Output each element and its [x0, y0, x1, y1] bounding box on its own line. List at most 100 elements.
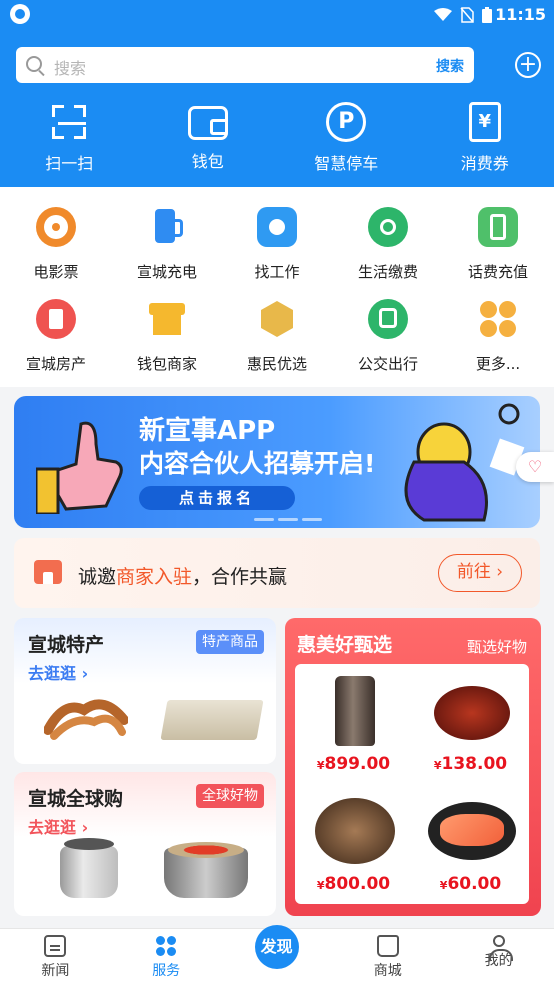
character-illustration: [404, 403, 525, 522]
service-utility-payment[interactable]: 生活缴费: [333, 207, 443, 282]
status-bar: 11:15: [0, 0, 554, 30]
service-label: 找工作: [254, 263, 300, 281]
clock: 11:15: [495, 5, 546, 24]
favorite-heart-icon[interactable]: ♡: [516, 452, 554, 482]
selection-product[interactable]: ¥800.00: [295, 784, 412, 904]
tab-mall[interactable]: 商城: [332, 929, 443, 986]
more-icon: [478, 299, 518, 339]
global-shopping-card[interactable]: 宣城全球购 全球好物 去逛逛 ›: [14, 772, 276, 916]
service-label: 惠民优选: [246, 355, 307, 373]
promo-banner[interactable]: 新宣事APP 内容合伙人招募开启! 点击报名: [14, 396, 540, 528]
merchant-invite-text: 诚邀商家入驻，合作共赢: [78, 566, 288, 588]
selection-product[interactable]: ¥138.00: [412, 664, 529, 784]
scan-icon: [49, 102, 89, 142]
banner-subtitle: 内容合伙人招募开启!: [139, 449, 376, 478]
service-label: 话费充值: [467, 263, 528, 281]
status-icons: [434, 7, 492, 23]
service-label: 钱包商家: [136, 355, 197, 373]
top-quick-actions: 扫一扫 钱包 P 智慧停车 ¥ 消费券: [0, 102, 554, 173]
product-price: ¥800.00: [316, 874, 391, 894]
shopping-bag-icon: [376, 935, 399, 957]
banner-pagination: [254, 518, 322, 521]
news-icon: [44, 935, 67, 957]
product-image: [428, 802, 516, 860]
product-image: [335, 676, 375, 746]
real-estate-icon: [36, 299, 76, 339]
global-title: 宣城全球购: [28, 788, 124, 810]
service-bus[interactable]: 公交出行: [333, 299, 443, 374]
product-price: ¥60.00: [439, 874, 502, 894]
smart-parking-button[interactable]: P 智慧停车: [277, 102, 416, 173]
no-sim-icon: [460, 7, 474, 23]
scan-label: 扫一扫: [45, 154, 94, 173]
selection-title: 惠美好甄选: [297, 634, 393, 656]
service-label: 电影票: [33, 263, 79, 281]
tab-label: 新闻: [41, 963, 70, 979]
specialty-browse-link[interactable]: 去逛逛 ›: [28, 660, 88, 684]
service-charging[interactable]: 宣城充电: [112, 207, 222, 282]
discover-button[interactable]: 发现: [254, 925, 299, 969]
specialty-product-image: [44, 699, 128, 740]
add-icon[interactable]: +: [515, 52, 541, 78]
user-icon: [488, 935, 513, 961]
service-label: 更多...: [475, 355, 521, 373]
service-job-search[interactable]: 找工作: [222, 207, 332, 282]
phone-recharge-icon: [478, 207, 518, 247]
search-input[interactable]: 搜索: [54, 55, 86, 79]
gift-box-icon: [257, 299, 297, 339]
services-icon: [155, 935, 177, 957]
specialty-product-image: [160, 700, 264, 740]
bus-icon: [368, 299, 408, 339]
wallet-label: 钱包: [191, 152, 224, 171]
job-search-icon: [257, 207, 297, 247]
search-button[interactable]: 搜索: [436, 56, 464, 76]
product-image: [434, 686, 510, 740]
wifi-icon: [434, 8, 452, 21]
tab-me[interactable]: 我的: [443, 929, 554, 986]
service-benefit-selection[interactable]: 惠民优选: [222, 299, 332, 374]
tab-news[interactable]: 新闻: [0, 929, 111, 986]
merchant-invite-bar[interactable]: 诚邀商家入驻，合作共赢 前往 ›: [14, 538, 540, 608]
wallet-icon: [187, 106, 228, 140]
product-price: ¥138.00: [433, 754, 508, 774]
selection-product-grid: ¥899.00 ¥138.00 ¥800.00 ¥60.00: [295, 664, 529, 904]
selection-product[interactable]: ¥899.00: [295, 664, 412, 784]
specialty-tag: 特产商品: [196, 630, 264, 654]
banner-signup-button[interactable]: 点击报名: [139, 486, 295, 510]
tab-label: 服务: [152, 963, 181, 979]
smart-parking-label: 智慧停车: [314, 154, 379, 173]
service-label: 宣城房产: [25, 355, 86, 373]
service-label: 生活缴费: [357, 263, 418, 281]
selection-card[interactable]: 惠美好甄选 甄选好物 ¥899.00 ¥138.00 ¥800.00 ¥60.0…: [285, 618, 541, 916]
service-wallet-merchants[interactable]: 钱包商家: [112, 299, 222, 374]
thumbs-up-illustration: [36, 421, 123, 514]
utility-payment-icon: [368, 207, 408, 247]
selection-product[interactable]: ¥60.00: [412, 784, 529, 904]
app-logo-icon: [10, 4, 30, 24]
merchant-go-button[interactable]: 前往 ›: [438, 554, 522, 592]
global-browse-link[interactable]: 去逛逛 ›: [28, 814, 88, 838]
service-real-estate[interactable]: 宣城房产: [1, 299, 111, 374]
global-product-image: [164, 842, 248, 898]
search-bar[interactable]: 搜索 搜索: [16, 47, 474, 83]
shop-icon: [34, 560, 62, 584]
wallet-button[interactable]: 钱包: [139, 102, 278, 172]
specialty-products-card[interactable]: 宣城特产 特产商品 去逛逛 ›: [14, 618, 276, 764]
global-product-image: [60, 838, 118, 898]
service-grid: 电影票 宣城充电 找工作 生活缴费 话费充值 宣城房产 钱包商家 惠民优选 公交…: [0, 187, 554, 387]
charging-pile-icon: [147, 207, 187, 247]
parking-icon: P: [326, 102, 367, 142]
scan-button[interactable]: 扫一扫: [0, 102, 139, 173]
tab-label: 商城: [373, 963, 402, 979]
service-phone-recharge[interactable]: 话费充值: [443, 207, 553, 282]
service-label: 公交出行: [357, 355, 418, 373]
service-more[interactable]: 更多...: [443, 299, 553, 374]
merchant-store-icon: [147, 299, 187, 339]
tab-services[interactable]: 服务: [111, 929, 222, 986]
service-movie-ticket[interactable]: 电影票: [1, 207, 111, 282]
tab-discover[interactable]: 发现: [222, 925, 333, 986]
search-icon: [26, 56, 42, 72]
bottom-navigation: 新闻 服务 发现 商城 我的: [0, 925, 554, 986]
header: 11:15 搜索 搜索 + 扫一扫 钱包 P 智慧停车 ¥ 消费券: [0, 0, 554, 187]
voucher-button[interactable]: ¥ 消费券: [416, 102, 554, 173]
